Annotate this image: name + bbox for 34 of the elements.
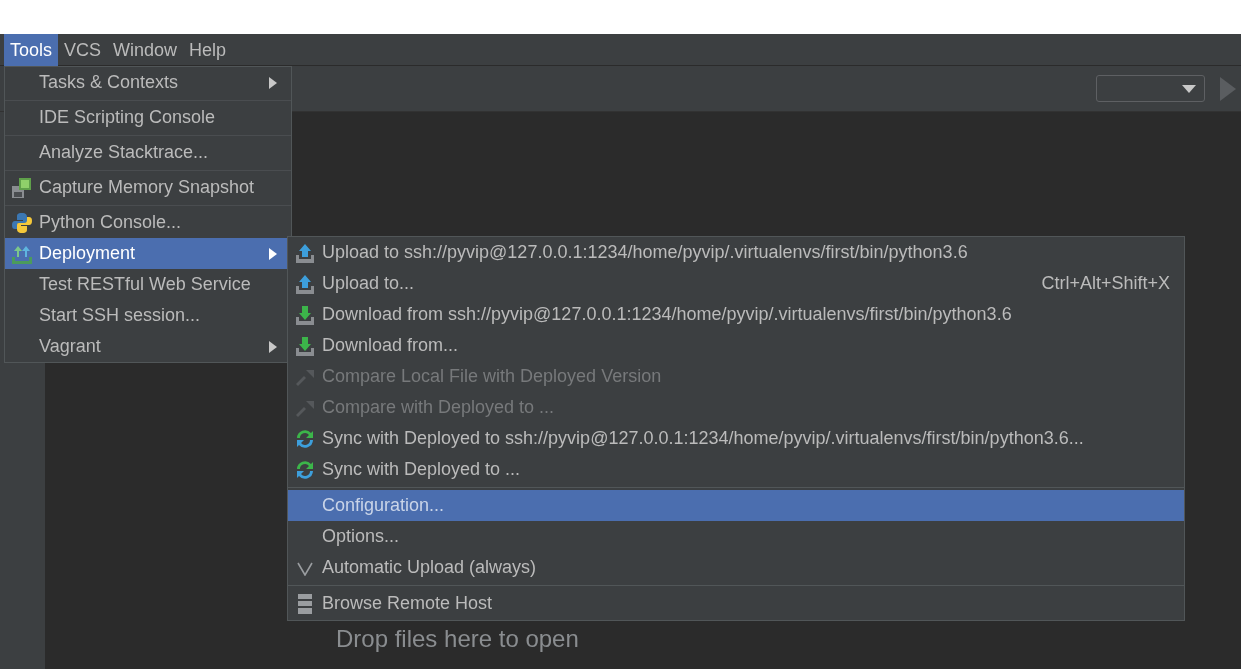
drop-files-hint: Drop files here to open	[336, 625, 579, 653]
menu-item[interactable]: Automatic Upload (always)	[288, 552, 1184, 583]
menu-item[interactable]: Browse Remote Host	[288, 588, 1184, 619]
configuration-dropdown[interactable]	[1096, 75, 1205, 102]
menu-item[interactable]: Start SSH session...	[5, 300, 291, 331]
menu-bar-item[interactable]: VCS	[58, 33, 108, 66]
caret-icon	[1182, 84, 1196, 93]
menu-item[interactable]: Download from ssh://pyvip@127.0.0.1:1234/home/pyvip/.virtualenvs/first/bin/python3.6	[288, 299, 1184, 330]
shortcut-text: Ctrl+Alt+Shift+X	[1041, 273, 1170, 294]
menu-bar-item[interactable]: Window	[107, 33, 184, 66]
sync-icon	[294, 427, 316, 450]
menu-item[interactable]: IDE Scripting Console	[5, 102, 291, 133]
menu-item[interactable]: Sync with Deployed to ...	[288, 454, 1184, 485]
python-icon	[11, 211, 33, 234]
menu-item[interactable]: Configuration...	[288, 490, 1184, 521]
menu-item[interactable]: Upload to... Ctrl+Alt+Shift+X	[288, 268, 1184, 299]
menu-item[interactable]: Download from...	[288, 330, 1184, 361]
menu-item[interactable]: Upload to ssh://pyvip@127.0.0.1:1234/home/pyvip/.virtualenvs/first/bin/python3.6	[288, 237, 1184, 268]
memory-chip-icon	[11, 176, 33, 199]
download-icon	[294, 334, 316, 357]
menu-item[interactable]: Analyze Stacktrace...	[5, 137, 291, 168]
menu-item[interactable]: Sync with Deployed to ssh://pyvip@127.0.0.1:1234/home/pyvip/.virtualenvs/first/bin/python3.6...	[288, 423, 1184, 454]
server-icon	[297, 592, 313, 615]
download-icon	[294, 303, 316, 326]
menu-bar-item[interactable]: Tools	[4, 33, 59, 66]
menu-bar-item[interactable]: Help	[183, 33, 233, 66]
menu-item[interactable]: Tasks & Contexts	[5, 67, 291, 98]
menu-item[interactable]: Options...	[288, 521, 1184, 552]
menu-item[interactable]: Capture Memory Snapshot	[5, 172, 291, 203]
menu-item[interactable]: Python Console...	[5, 207, 291, 238]
sync-icon	[294, 458, 316, 481]
menu-item[interactable]: Vagrant	[5, 331, 291, 362]
menu-item[interactable]: Test RESTful Web Service	[5, 269, 291, 300]
run-icon[interactable]	[1220, 76, 1236, 101]
